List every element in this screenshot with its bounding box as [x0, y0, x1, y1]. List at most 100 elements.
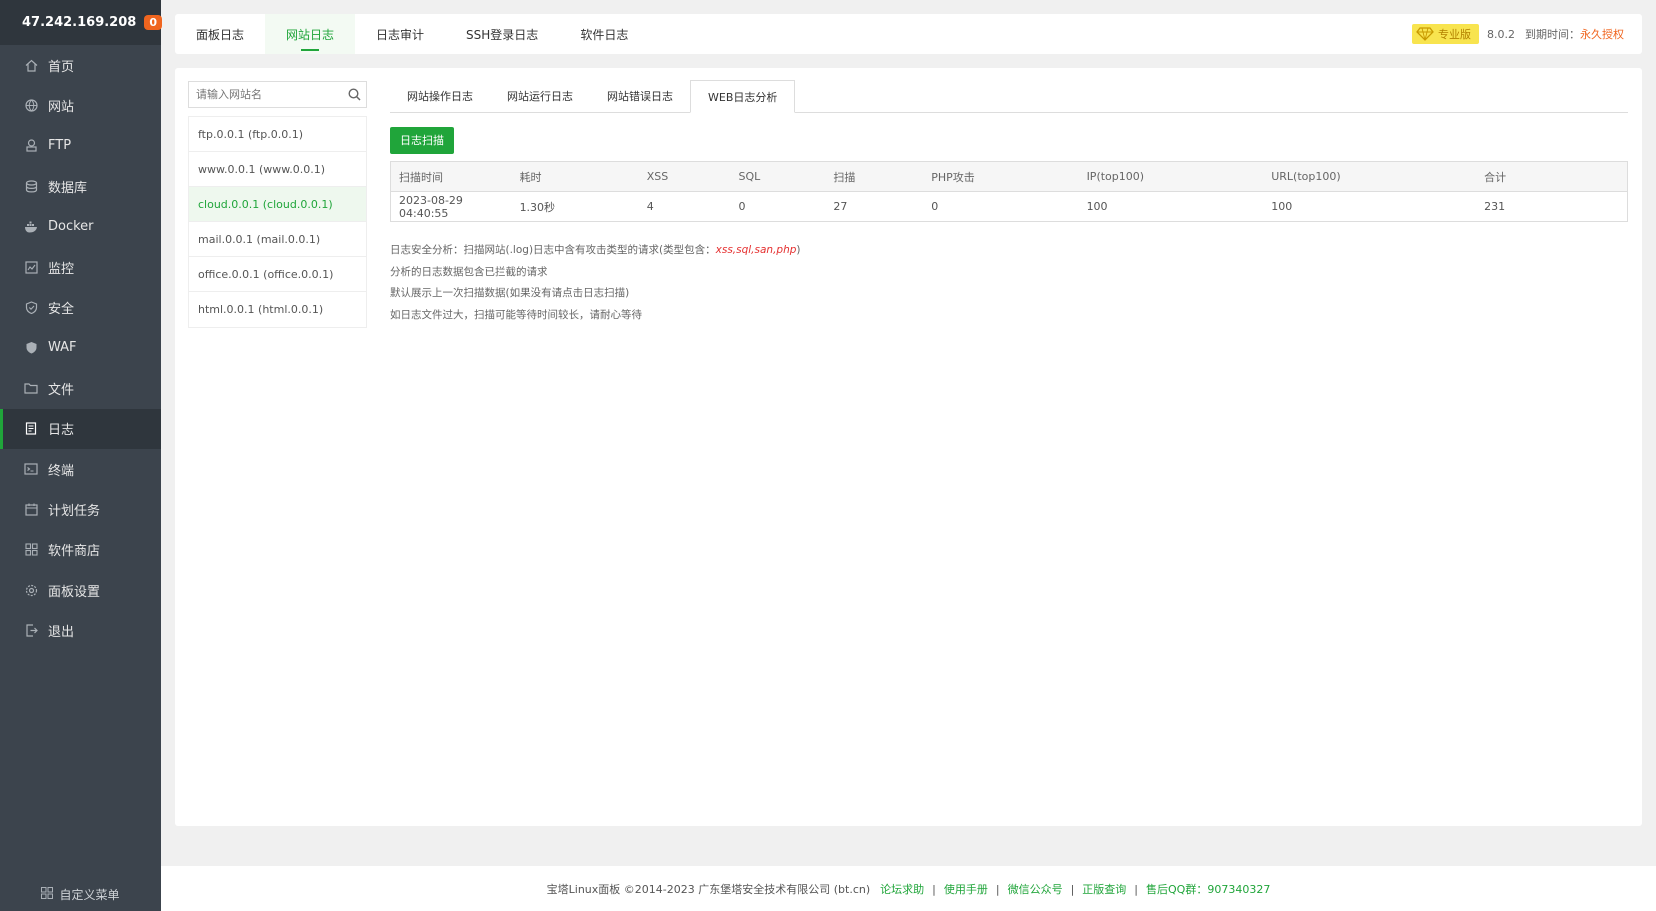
analysis-notes: 日志安全分析：扫描网站(.log)日志中含有攻击类型的请求(类型包含：xss,s…	[390, 240, 1628, 326]
expire-label: 到期时间：	[1525, 28, 1580, 41]
sidebar-item-label: 首页	[48, 59, 75, 75]
sidebar-item-label: 日志	[48, 423, 75, 439]
top-nav: 面板日志 网站日志 日志审计 SSH登录日志 软件日志 专业版 8.0.2 到期时间： …	[175, 14, 1642, 54]
footer: 宝塔Linux面板 ©2014-2023 广东堡塔安全技术有限公司 (bt.cn…	[161, 866, 1656, 911]
note-line-4: 如日志文件过大，扫描可能等待时间较长，请耐心等待	[390, 308, 642, 321]
sidebar-item-0[interactable]: 首页	[0, 45, 161, 85]
main-panel: ftp.0.0.1 (ftp.0.0.1)www.0.0.1 (www.0.0.…	[175, 68, 1642, 826]
site-search-input[interactable]	[189, 82, 342, 107]
footer-separator: |	[932, 882, 936, 896]
globe-icon	[24, 99, 38, 113]
table-cell: 231	[1484, 200, 1506, 213]
site-list-item[interactable]: html.0.0.1 (html.0.0.1)	[189, 292, 366, 327]
sidebar-item-10[interactable]: 终端	[0, 449, 161, 489]
search-icon[interactable]	[342, 88, 366, 101]
column-header: 扫描	[825, 161, 924, 192]
license-info: 专业版 8.0.2 到期时间： 永久授权	[1412, 24, 1642, 44]
table-cell: 1.30秒	[519, 200, 556, 214]
top-tab-1[interactable]: 网站日志	[265, 14, 356, 54]
table-cell: 0	[931, 200, 939, 213]
site-list: ftp.0.0.1 (ftp.0.0.1) www.0.0.1 (www.0.0.…	[188, 116, 367, 328]
logout-icon	[24, 624, 38, 638]
sidebar-item-7[interactable]: WAF	[0, 328, 161, 368]
expire-value[interactable]: 永久授权	[1580, 26, 1624, 42]
apps-icon	[24, 543, 38, 557]
footer-link[interactable]: 使用手册	[944, 883, 988, 896]
footer-link[interactable]: 论坛求助	[880, 883, 924, 896]
column-header: 合计	[1476, 161, 1628, 192]
note-suffix: )	[796, 244, 801, 256]
custom-menu-label: 自定义菜单	[59, 888, 120, 902]
edition-label: 专业版	[1438, 28, 1471, 41]
log-content: 网站操作日志 网站运行日志 网站错误日志 WEB日志分析 日志扫描 扫描时间 耗时 XSS…	[390, 80, 1628, 326]
sidebar-item-14[interactable]: 退出	[0, 610, 161, 650]
note-line-1: 日志安全分析：扫描网站(.log)日志中含有攻击类型的请求(类型包含：xss,s…	[390, 240, 1628, 262]
site-list-item[interactable]: office.0.0.1 (office.0.0.1)	[189, 257, 366, 292]
log-tab-3[interactable]: WEB日志分析	[690, 80, 796, 113]
terminal-icon	[24, 462, 38, 476]
footer-separator: |	[1134, 882, 1139, 896]
sidebar-item-12[interactable]: 软件商店	[0, 530, 161, 570]
table-header-row: 扫描时间 耗时 XSS SQL 扫描 PHP攻击 IP(top100) URL(top100)…	[390, 161, 1628, 192]
footer-separator: |	[995, 882, 1000, 896]
sidebar-item-9[interactable]: 日志	[0, 408, 161, 450]
log-icon	[24, 422, 38, 436]
table-cell: 100	[1086, 200, 1108, 213]
top-tab-2[interactable]: 日志审计	[355, 14, 445, 54]
edition-badge[interactable]: 专业版	[1412, 24, 1479, 44]
sidebar-item-8[interactable]: 文件	[0, 368, 161, 408]
top-tab-0[interactable]: 面板日志	[175, 14, 265, 54]
site-list-item[interactable]: ftp.0.0.1 (ftp.0.0.1)	[189, 117, 366, 152]
note-line-2: 分析的日志数据包含已拦截的请求	[390, 265, 548, 278]
sidebar: 47.242.169.208 0 首页网站 FTP 数据库 Docker 监控安全 WAF…	[0, 0, 162, 911]
sidebar-item-label: 计划任务	[48, 503, 101, 519]
sidebar-item-label: 安全	[48, 302, 75, 318]
log-tab-1[interactable]: 网站运行日志	[490, 80, 590, 112]
footer-copyright: 宝塔Linux面板 ©2014-2023 广东堡塔安全技术有限公司 (bt.cn…	[546, 882, 871, 896]
waf-icon	[24, 341, 38, 355]
server-ip: 47.242.169.208	[22, 15, 137, 30]
sidebar-item-label: 文件	[48, 382, 75, 398]
sidebar-item-6[interactable]: 安全	[0, 287, 161, 327]
log-tab-2[interactable]: 网站错误日志	[590, 80, 690, 112]
sidebar-item-label: 网站	[48, 100, 75, 116]
sidebar-item-2[interactable]: FTP	[0, 126, 161, 166]
top-tab-3[interactable]: SSH登录日志	[445, 14, 559, 54]
home-icon	[24, 58, 38, 72]
folder-icon	[24, 381, 38, 395]
table-cell: 0	[738, 200, 746, 213]
table-row: 2023-08-29 04:40:55 1.30秒 4 0 27 0 100 100 231	[391, 192, 1628, 222]
notification-badge[interactable]: 0	[144, 15, 162, 30]
column-header: 耗时	[511, 161, 639, 192]
scan-result-table: 扫描时间 耗时 XSS SQL 扫描 PHP攻击 IP(top100) URL(top100)…	[390, 161, 1628, 222]
gear-icon	[24, 583, 38, 597]
footer-link[interactable]: 正版查询	[1082, 883, 1126, 896]
table-cell: 2023-08-29 04:40:55	[399, 193, 463, 220]
database-icon	[24, 179, 38, 193]
note-line-3: 默认展示上一次扫描数据(如果没有请点击日志扫描)	[390, 287, 630, 299]
column-header: 扫描时间	[390, 161, 512, 192]
footer-link[interactable]: 售后QQ群：907340327	[1146, 883, 1270, 896]
calendar-icon	[24, 502, 38, 516]
custom-menu-button[interactable]: 自定义菜单	[0, 886, 161, 903]
sidebar-item-label: 软件商店	[48, 544, 101, 560]
log-tab-0[interactable]: 网站操作日志	[390, 80, 490, 112]
sidebar-item-label: WAF	[48, 340, 77, 356]
sidebar-item-5[interactable]: 监控	[0, 247, 161, 287]
site-list-item[interactable]: cloud.0.0.1 (cloud.0.0.1)	[189, 187, 366, 222]
site-list-item[interactable]: www.0.0.1 (www.0.0.1)	[189, 152, 366, 187]
sidebar-item-1[interactable]: 网站	[0, 85, 161, 125]
footer-link[interactable]: 微信公众号	[1008, 883, 1063, 896]
sidebar-item-3[interactable]: 数据库	[0, 166, 161, 206]
site-list-item[interactable]: mail.0.0.1 (mail.0.0.1)	[189, 222, 366, 257]
sidebar-item-11[interactable]: 计划任务	[0, 489, 161, 529]
sidebar-item-label: 终端	[48, 463, 75, 479]
sidebar-item-4[interactable]: Docker	[0, 207, 161, 247]
grid-icon	[41, 887, 54, 902]
sidebar-item-13[interactable]: 面板设置	[0, 570, 161, 610]
top-tab-4[interactable]: 软件日志	[559, 14, 649, 54]
sidebar-item-label: 退出	[48, 625, 75, 641]
footer-separator: |	[1070, 882, 1075, 896]
log-scan-button[interactable]: 日志扫描	[390, 127, 454, 154]
table-cell: 27	[833, 200, 848, 213]
